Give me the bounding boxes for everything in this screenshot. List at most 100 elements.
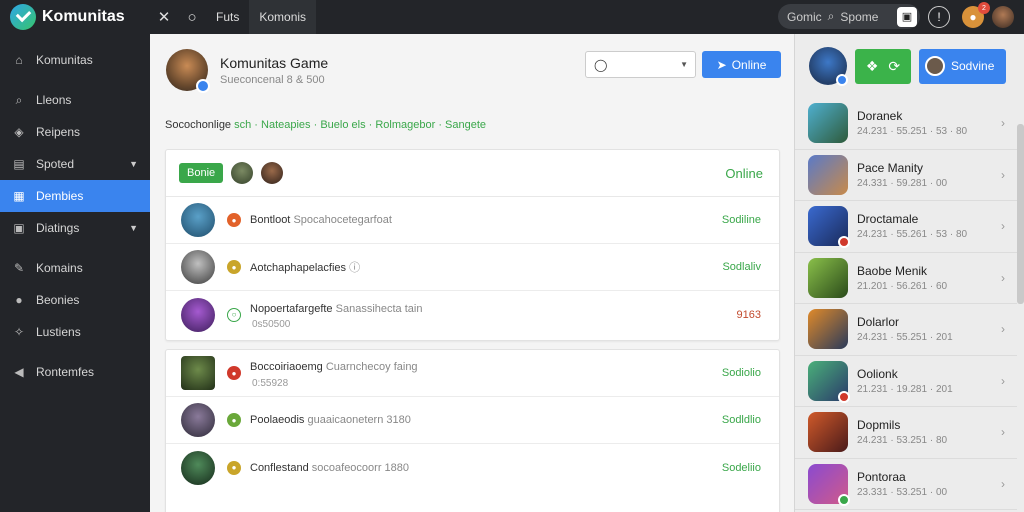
avatar[interactable] — [809, 47, 848, 86]
user-icon: ● — [15, 293, 23, 307]
list-item[interactable]: ● Bontloot Spocahocetegarfoat Sodiline — [166, 197, 779, 244]
tagline: Socochonlige sch · Nateapies · Buelo els… — [165, 119, 486, 131]
top-link-1[interactable]: Futs — [206, 0, 249, 34]
list-item[interactable]: ● Aotchaphapelacfies ⓘ Sodlaliv — [166, 244, 779, 291]
sidebar-item-lleons[interactable]: ⌕ Lleons — [0, 84, 150, 116]
sidebar-item-komunitas[interactable]: ⌂ Komunitas — [0, 44, 150, 76]
avatar[interactable] — [261, 162, 284, 184]
chevron-down-icon: ▼ — [129, 159, 138, 169]
item-muted: socoafeocoorr 1880 — [311, 461, 410, 474]
check-icon: ○ — [227, 307, 241, 322]
sidebar-item-label: Reipens — [36, 125, 81, 139]
list-item[interactable]: Dolarlor 24.231 · 55.251 · 201 › — [795, 304, 1017, 356]
item-title: Dopmils — [857, 418, 901, 432]
info-icon: ⓘ — [349, 262, 361, 274]
game-thumbnail — [808, 309, 848, 350]
sidebar-item-label: Lleons — [36, 93, 72, 107]
item-text: Aotchaphapelacfies ⓘ — [250, 259, 360, 275]
search-icon: ⌕ — [827, 9, 835, 23]
chat-button[interactable]: ❖ ⟳ — [855, 48, 911, 84]
sidebar: ⌂ Komunitas ⌕ Lleons ◈ Reipens ▤ Spoted ▼ ▦ De… — [0, 34, 150, 512]
tagline-label: Socochonlige — [165, 119, 232, 131]
list-item[interactable]: Baobe Menik 21.201 · 56.261 · 60 › — [795, 253, 1017, 304]
sidebar-item-dembies[interactable]: ▦ Dembies — [0, 180, 150, 212]
sidebar-item-label: Komunitas — [36, 53, 93, 67]
status-label: Online — [725, 165, 763, 181]
list-item[interactable]: ● Boccoiriaoemg Cuarnchecoy faing 0:5592… — [166, 350, 779, 397]
item-meta: 23.331 · 53.251 · 00 — [857, 486, 948, 498]
item-title: Pace Manity — [857, 160, 924, 175]
item-meta: 24.231 · 55.251 · 201 — [857, 332, 953, 343]
avatar[interactable] — [231, 162, 254, 184]
sidebar-item-label: Beonies — [36, 293, 80, 307]
store-icon: ▤ — [13, 157, 25, 171]
game-thumbnail — [808, 154, 848, 195]
chevron-right-icon: › — [1001, 167, 1005, 182]
online-button-label: Online — [731, 57, 767, 72]
tagline-links[interactable]: sch · Nateapies · Buelo els · Rolmagebor… — [234, 119, 486, 131]
wrench-icon: ✎ — [13, 261, 25, 275]
item-sub: 0s50500 — [252, 319, 291, 330]
send-icon: ◀ — [14, 365, 24, 379]
avatar — [181, 203, 215, 237]
top-link-2[interactable]: Komonis — [249, 0, 317, 34]
item-status: Sodiolio — [721, 367, 761, 379]
item-muted: Spocahocetegarfoat — [293, 214, 392, 226]
list-item[interactable]: Droctamale 24.231 · 55.261 · 53 · 80 › — [795, 201, 1017, 253]
sidebar-item-reipens[interactable]: ◈ Reipens — [0, 116, 150, 148]
sidebar-item-label: Diatings — [36, 221, 80, 235]
game-list: Doranek 24.231 · 55.251 · 53 · 80 › Pace M… — [795, 98, 1017, 510]
info-icon[interactable]: ! — [928, 6, 950, 28]
profile-button[interactable]: Sodvine — [919, 48, 1006, 84]
list-item[interactable]: Oolionk 21.231 · 19.281 · 201 › — [795, 356, 1017, 407]
profile-button-label: Sodvine — [951, 59, 995, 73]
send-icon: ➤ — [716, 57, 727, 72]
sidebar-item-diatings[interactable]: ▣ Diatings ▼ — [0, 212, 150, 244]
chat-icon: ❖ — [865, 57, 879, 74]
page-title: Komunitas Game — [220, 55, 329, 71]
close-icon[interactable]: ✕ — [150, 8, 178, 26]
item-title: Droctamale — [857, 212, 919, 226]
search-bar[interactable]: Gomic ⌕ Spome ▣ — [778, 4, 920, 29]
chevron-right-icon: › — [1001, 425, 1005, 439]
list-item[interactable]: ● Poolaeodis guaaicaonetern 3180 Sodldli… — [166, 397, 779, 444]
item-text: Bontloot Spocahocetegarfoat — [250, 214, 392, 226]
card-header: Bonie Online — [166, 150, 779, 197]
user-avatar[interactable] — [992, 6, 1014, 28]
filter-select[interactable]: ◯ ▼ — [585, 51, 696, 78]
item-meta: 24.231 · 55.251 · 53 · 80 — [857, 126, 968, 137]
list-item[interactable]: ● Conflestand socoafeocoorr 1880 Sodelii… — [166, 444, 779, 491]
search-input[interactable]: Spome — [840, 10, 878, 24]
bag-icon[interactable]: ▣ — [897, 6, 917, 27]
brand[interactable]: Komunitas — [0, 0, 150, 34]
community-avatar[interactable] — [166, 49, 210, 93]
sidebar-item-beonies[interactable]: ● Beonies — [0, 284, 150, 316]
scrollbar[interactable] — [1017, 124, 1024, 304]
category-pill[interactable]: Bonie — [179, 163, 224, 183]
online-button[interactable]: ➤ Online — [702, 51, 781, 78]
notification-icon[interactable]: ● 2 — [962, 2, 990, 28]
search-icon: ⌕ — [15, 92, 23, 107]
sidebar-item-spoted[interactable]: ▤ Spoted ▼ — [0, 148, 150, 180]
list-item[interactable]: Doranek 24.231 · 55.251 · 53 · 80 › — [795, 98, 1017, 150]
list-item[interactable]: Pace Manity 24.331 · 59.281 · 00 › — [795, 150, 1017, 201]
member-card: Bonie Online ● Bontloot Spocahocetegarfo… — [165, 149, 780, 341]
list-item[interactable]: Dopmils 24.231 · 53.251 · 80 › — [795, 407, 1017, 459]
circle-icon[interactable]: ○ — [178, 9, 206, 26]
sidebar-item-komains[interactable]: ✎ Komains — [0, 252, 150, 284]
list-item[interactable]: ○ Nopoertafargefte Sanassihecta tain 0s5… — [166, 291, 779, 338]
badge-icon: ● — [227, 413, 241, 427]
chevron-down-icon: ▼ — [680, 60, 688, 69]
tag-icon: ▦ — [13, 189, 25, 203]
sidebar-item-rontemfes[interactable]: ◀ Rontemfes — [0, 356, 150, 388]
item-meta: 24.231 · 53.251 · 80 — [857, 435, 948, 446]
item-title: Poolaeodis — [250, 414, 305, 426]
avatar — [181, 356, 215, 390]
right-panel-header: ❖ ⟳ Sodvine — [795, 34, 1024, 98]
item-text: Conflestand socoafeocoorr 1880 — [250, 462, 409, 474]
badge-icon: ● — [227, 260, 241, 274]
list-item[interactable]: Pontoraa 23.331 · 53.251 · 00 › — [795, 459, 1017, 510]
sidebar-item-lustiens[interactable]: ✧ Lustiens — [0, 316, 150, 348]
sidebar-item-label: Lustiens — [36, 325, 81, 339]
item-meta: 24.331 · 59.281 · 00 — [857, 177, 948, 189]
